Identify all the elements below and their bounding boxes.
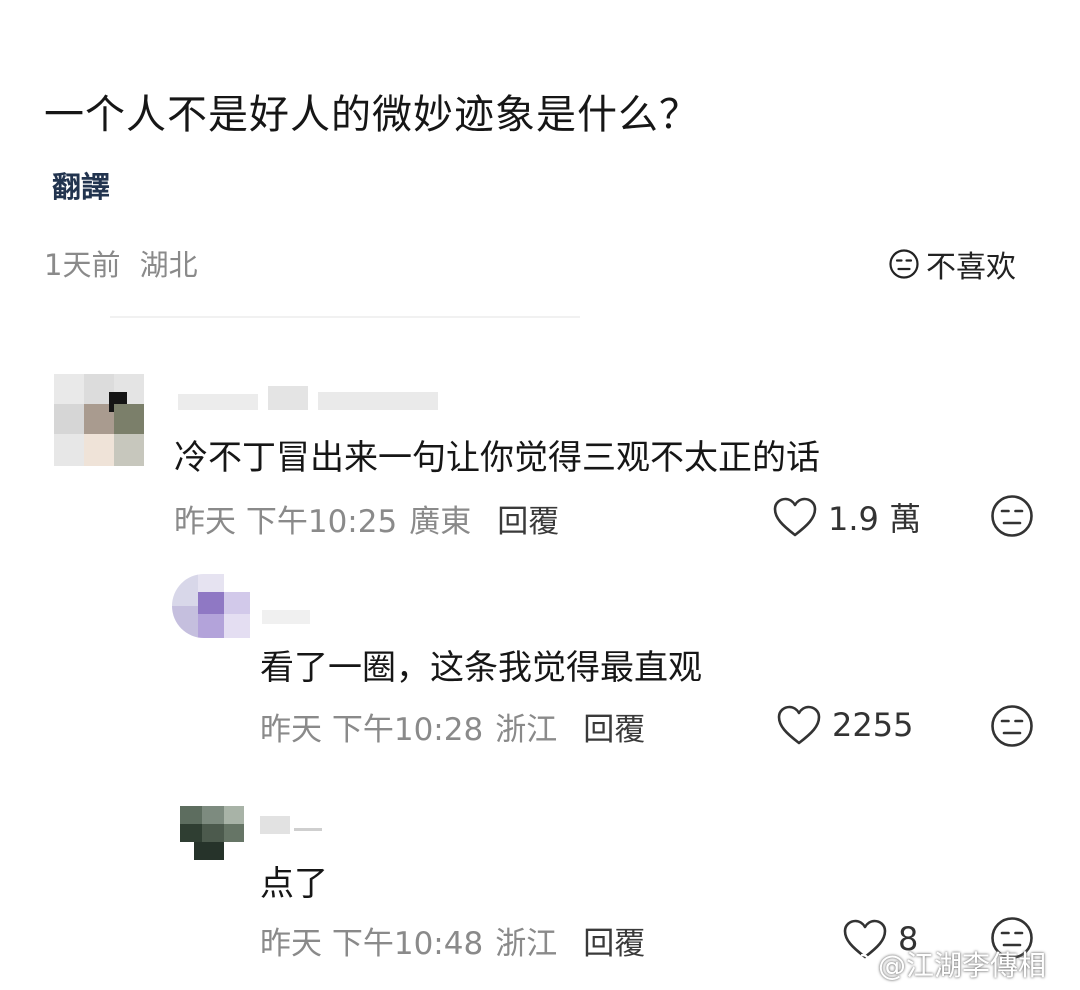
neutral-face-icon bbox=[889, 249, 919, 279]
comment-meta: 昨天 下午10:25 廣東 回覆 bbox=[174, 496, 559, 541]
avatar[interactable] bbox=[172, 574, 250, 638]
watermark-text: @江湖李傳相 bbox=[877, 949, 1046, 982]
comment-meta: 昨天 下午10:28 浙江 回覆 bbox=[260, 704, 645, 749]
translate-link[interactable]: 翻譯 bbox=[52, 164, 110, 206]
post-title: 一个人不是好人的微妙迹象是什么？ bbox=[44, 92, 700, 138]
avatar[interactable] bbox=[54, 374, 144, 466]
avatar[interactable] bbox=[180, 806, 244, 860]
divider bbox=[110, 316, 580, 318]
comment-location: 浙江 bbox=[495, 926, 558, 962]
comment-time: 昨天 下午10:48 bbox=[260, 926, 484, 962]
like-button[interactable]: 1.9 萬 bbox=[772, 494, 921, 540]
post-time: 1天前 bbox=[44, 248, 121, 282]
dislike-label: 不喜欢 bbox=[926, 250, 1016, 285]
reply-button[interactable]: 回覆 bbox=[583, 918, 645, 963]
post-meta: 1天前 湖北 bbox=[44, 242, 198, 284]
comment-text: 点了 bbox=[260, 864, 328, 904]
watermark: @江湖李傳相 bbox=[838, 944, 1046, 984]
comment-location: 浙江 bbox=[495, 712, 558, 748]
reply-button[interactable]: 回覆 bbox=[583, 704, 645, 749]
heart-outline-icon bbox=[777, 705, 821, 745]
post-location: 湖北 bbox=[139, 248, 198, 282]
like-count: 1.9 萬 bbox=[828, 500, 922, 538]
comment-location: 廣東 bbox=[409, 504, 472, 540]
username-blurred bbox=[262, 606, 322, 628]
comment-time: 昨天 下午10:25 bbox=[174, 504, 398, 540]
username-blurred bbox=[260, 812, 330, 834]
like-count: 2255 bbox=[832, 706, 914, 744]
neutral-face-icon[interactable] bbox=[990, 494, 1034, 538]
comment-text: 看了一圈，这条我觉得最直观 bbox=[260, 648, 702, 688]
dislike-button[interactable]: 不喜欢 bbox=[888, 242, 1016, 286]
neutral-face-icon[interactable] bbox=[990, 704, 1034, 748]
comment-time: 昨天 下午10:28 bbox=[260, 712, 484, 748]
heart-outline-icon bbox=[773, 497, 817, 537]
like-button[interactable]: 2255 bbox=[776, 704, 913, 746]
reply-button[interactable]: 回覆 bbox=[497, 496, 559, 541]
username-blurred bbox=[178, 386, 448, 410]
comment-text: 冷不丁冒出来一句让你觉得三观不太正的话 bbox=[174, 438, 820, 478]
comment-meta: 昨天 下午10:48 浙江 回覆 bbox=[260, 918, 645, 963]
weibo-logo-icon bbox=[838, 953, 871, 978]
